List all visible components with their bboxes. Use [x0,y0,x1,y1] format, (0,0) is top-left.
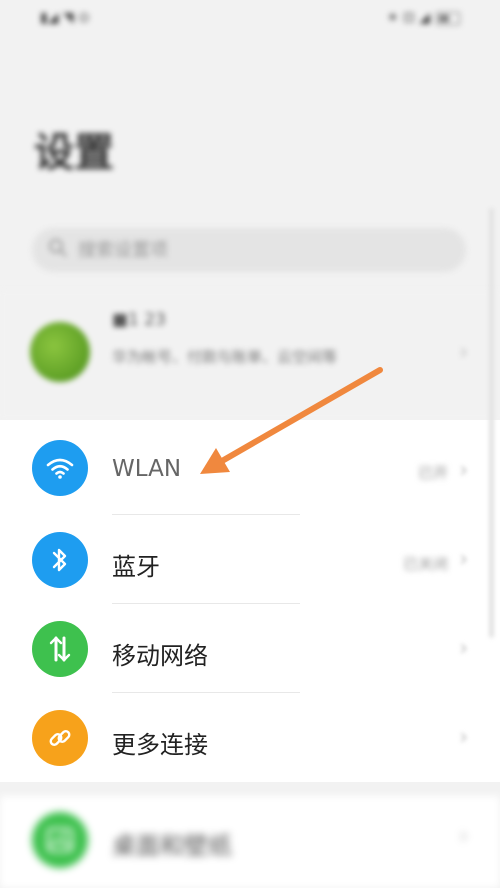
chevron-right-icon: › [459,340,468,365]
status-icons: ✶ ⊡ ◢ [386,10,430,26]
chevron-right-icon: › [459,547,468,572]
bluetooth-icon [32,532,88,588]
desktop-wallpaper-label: 桌面和壁纸 [112,832,232,860]
page-title: 设置 [34,130,114,176]
settings-item-more-connections[interactable]: 更多连接 › [0,693,500,782]
bluetooth-status: 已关闭 [402,555,448,573]
mobile-network-icon [32,621,88,677]
wallpaper-icon [32,812,88,868]
account-name: ■1 23 [112,310,166,330]
more-connections-label: 更多连接 [112,731,208,759]
status-right: ✶ ⊡ ◢ [387,10,460,26]
link-icon [32,710,88,766]
status-bar: ▮◢ ◥ ⊙ ✶ ⊡ ◢ [0,0,500,36]
account-card[interactable]: ■1 23 华为帐号、付款与账单、云空间等 › [0,290,500,420]
connectivity-group: WLAN 已开 › 蓝牙 已关闭 › 移动网络 › 更多连接 › [0,420,500,782]
search-icon [48,238,68,263]
display-group: 桌面和壁纸 › [0,796,500,888]
wlan-label: WLAN [112,456,182,482]
settings-item-bluetooth[interactable]: 蓝牙 已关闭 › [0,515,500,604]
battery-icon [436,11,460,25]
scrollbar[interactable] [489,208,494,638]
status-left: ▮◢ ◥ ⊙ [40,10,90,26]
chevron-right-icon: › [459,725,468,750]
wifi-icon [32,440,88,496]
mobile-network-label: 移动网络 [112,642,208,670]
bluetooth-label: 蓝牙 [112,553,160,581]
chevron-right-icon: › [459,636,468,661]
avatar [30,322,90,382]
search-bar[interactable] [32,228,466,272]
chevron-right-icon: › [459,824,468,849]
settings-item-mobile-network[interactable]: 移动网络 › [0,604,500,693]
search-input[interactable] [76,238,420,262]
chevron-right-icon: › [459,458,468,483]
signal-icon: ▮◢ ◥ ⊙ [40,10,90,26]
account-description: 华为帐号、付款与账单、云空间等 [112,348,338,366]
wlan-status: 已开 [417,464,448,482]
settings-item-wlan[interactable]: WLAN 已开 › [0,420,500,515]
settings-item-desktop-wallpaper[interactable]: 桌面和壁纸 › [0,796,500,885]
